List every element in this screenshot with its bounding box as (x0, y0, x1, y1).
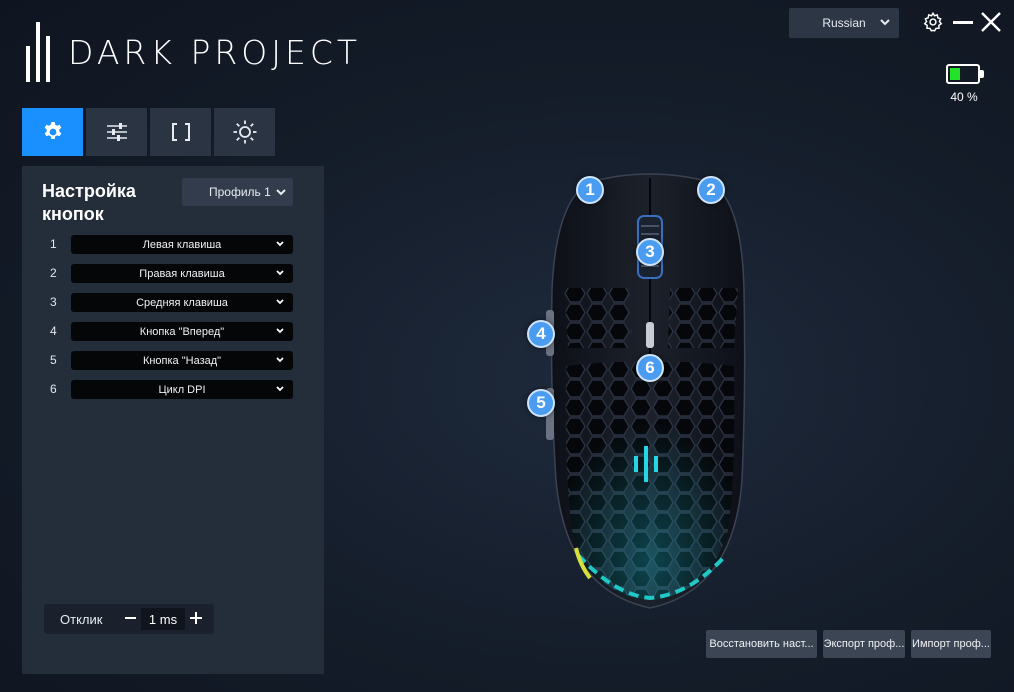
language-select[interactable]: Russian (789, 8, 899, 38)
response-value: 1 ms (141, 608, 185, 630)
button-number: 1 (50, 237, 57, 251)
panel-title: Настройка кнопок (42, 181, 136, 224)
sliders-icon (106, 123, 127, 141)
minimize-icon[interactable] (952, 10, 974, 34)
gear-icon (44, 122, 61, 139)
response-time-control: Отклик 1 ms (44, 604, 214, 634)
button-assign-value: Кнопка "Назад" (142, 354, 222, 367)
button-settings-panel: Настройка кнопок Профиль 1 1 Левая клави… (22, 166, 324, 674)
button-number: 6 (50, 382, 57, 396)
button-assign-select[interactable]: Кнопка "Вперед" (71, 322, 293, 341)
button-assign-value: Средняя клавиша (136, 296, 228, 309)
button-row: 2 Правая клавиша (22, 264, 324, 283)
export-profile-button[interactable]: Экспорт проф... (823, 630, 905, 658)
button-assign-value: Кнопка "Вперед" (139, 325, 225, 338)
close-icon[interactable] (980, 10, 1002, 34)
chevron-down-icon (276, 270, 284, 276)
brackets-icon (171, 123, 190, 141)
battery-indicator: 40 % (946, 64, 984, 104)
battery-icon (946, 64, 980, 84)
import-profile-button[interactable]: Импорт проф... (911, 630, 991, 658)
button-number: 3 (50, 295, 57, 309)
button-marker-2[interactable]: 2 (697, 176, 725, 204)
button-row: 6 Цикл DPI (22, 380, 324, 399)
chevron-down-icon (276, 241, 284, 247)
button-assign-select[interactable]: Правая клавиша (71, 264, 293, 283)
battery-label: 40 % (950, 90, 978, 104)
button-row: 4 Кнопка "Вперед" (22, 322, 324, 341)
tab-buttons[interactable] (22, 108, 83, 156)
button-number: 5 (50, 353, 57, 367)
mouse-illustration: 1 2 3 4 5 6 (520, 170, 780, 620)
app-logo: DARK PROJECT (26, 22, 361, 82)
chevron-down-icon (276, 299, 284, 305)
battery-fill (950, 68, 961, 80)
chevron-down-icon (276, 386, 284, 392)
chevron-down-icon (276, 189, 286, 196)
button-row: 1 Левая клавиша (22, 235, 324, 254)
settings-gear-icon[interactable] (922, 10, 944, 34)
tab-macros[interactable] (150, 108, 211, 156)
button-assign-select[interactable]: Средняя клавиша (71, 293, 293, 312)
restore-defaults-button[interactable]: Восстановить наст... (706, 630, 817, 658)
button-row: 5 Кнопка "Назад" (22, 351, 324, 370)
minus-icon[interactable] (123, 607, 139, 629)
main-tabs (22, 108, 275, 156)
logo-text: DARK PROJECT (68, 32, 362, 72)
button-assign-select[interactable]: Левая клавиша (71, 235, 293, 254)
profile-select[interactable]: Профиль 1 (182, 178, 293, 206)
button-assign-select[interactable]: Кнопка "Назад" (71, 351, 293, 370)
tab-performance[interactable] (86, 108, 147, 156)
button-number: 2 (50, 266, 57, 280)
button-marker-4[interactable]: 4 (527, 320, 555, 348)
plus-icon[interactable] (187, 607, 205, 629)
button-assign-value: Левая клавиша (142, 238, 222, 251)
button-assign-value: Цикл DPI (158, 383, 206, 396)
button-assign-value: Правая клавиша (139, 267, 225, 280)
language-value: Russian (822, 16, 866, 30)
button-marker-1[interactable]: 1 (576, 176, 604, 204)
chevron-down-icon (276, 357, 284, 363)
brightness-icon (233, 120, 256, 144)
chevron-down-icon (880, 19, 890, 26)
button-assign-select[interactable]: Цикл DPI (71, 380, 293, 399)
logo-mark-icon (26, 22, 50, 82)
button-row: 3 Средняя клавиша (22, 293, 324, 312)
button-marker-5[interactable]: 5 (527, 389, 555, 417)
chevron-down-icon (276, 328, 284, 334)
button-marker-6[interactable]: 6 (636, 354, 664, 382)
profile-value: Профиль 1 (209, 185, 271, 199)
button-number: 4 (50, 324, 57, 338)
response-label: Отклик (60, 612, 103, 627)
tab-lighting[interactable] (214, 108, 275, 156)
button-marker-3[interactable]: 3 (636, 238, 664, 266)
